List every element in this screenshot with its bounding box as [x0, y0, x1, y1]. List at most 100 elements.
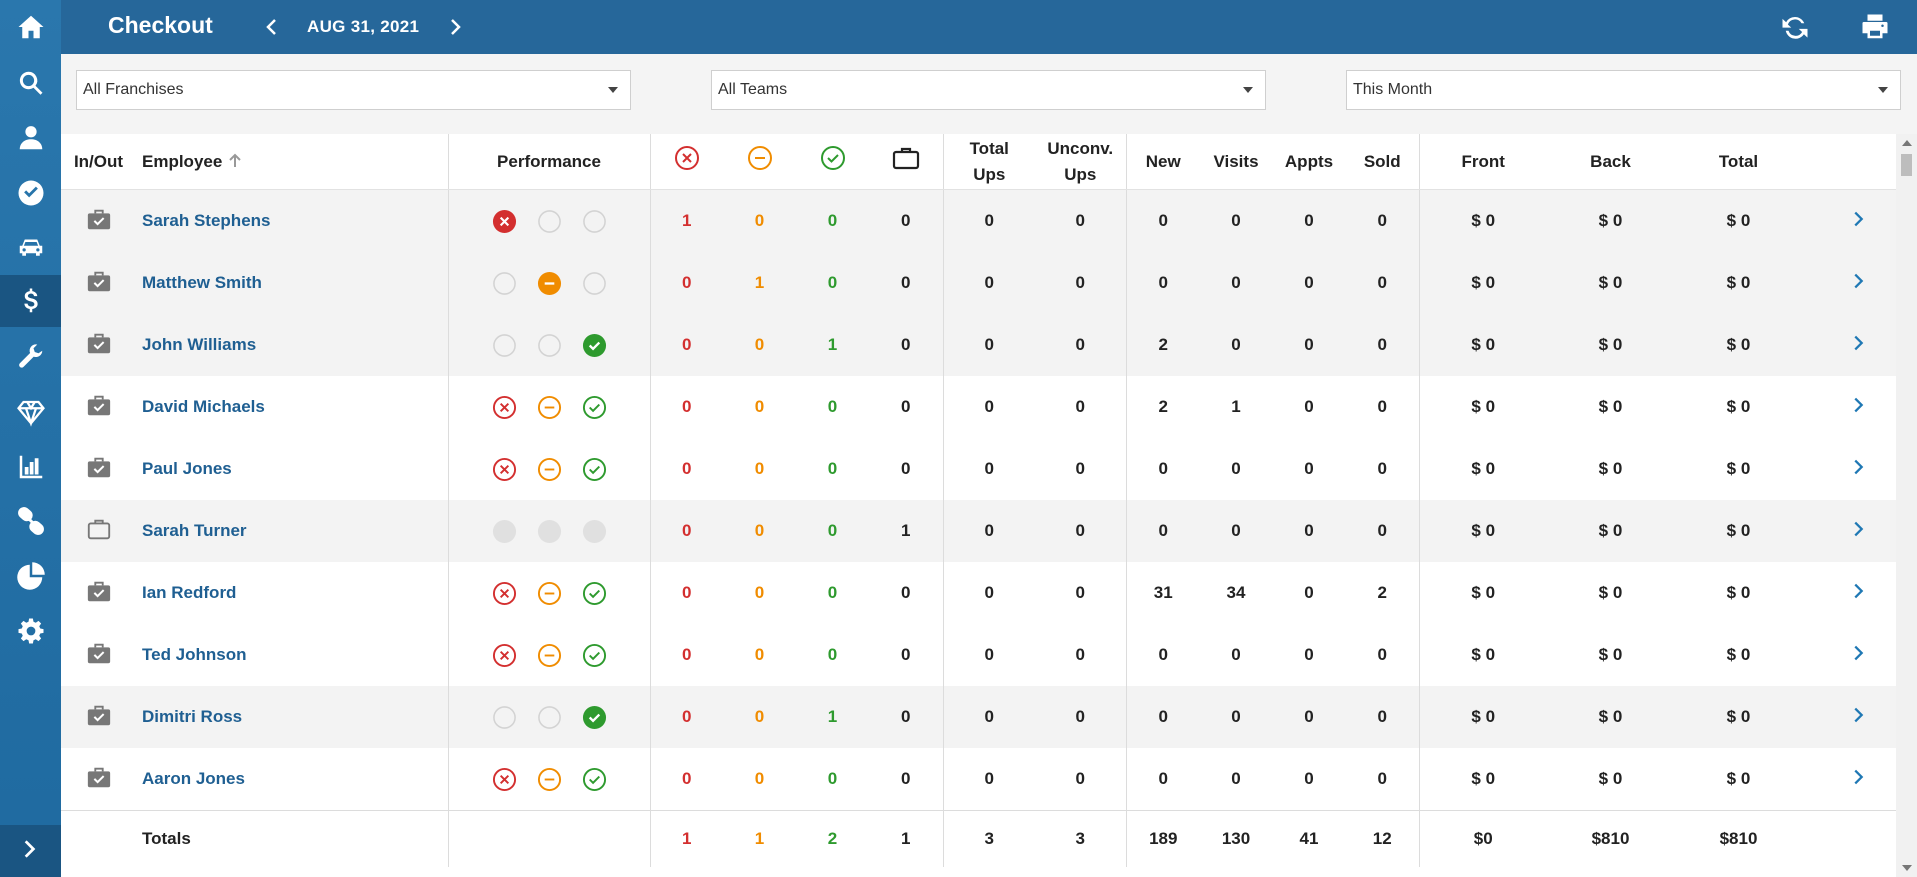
performance-option-0[interactable] — [492, 457, 517, 482]
inout-toggle[interactable] — [61, 624, 136, 686]
performance-option-2[interactable] — [582, 209, 607, 234]
search-icon[interactable] — [0, 57, 61, 109]
dollar-icon[interactable] — [0, 275, 61, 327]
performance-option-0[interactable] — [492, 271, 517, 296]
col-out[interactable] — [869, 134, 944, 190]
performance-option-2[interactable] — [582, 457, 607, 482]
vertical-scrollbar[interactable] — [1896, 134, 1917, 877]
period-select[interactable]: This Month — [1346, 70, 1901, 110]
inout-toggle[interactable] — [61, 686, 136, 748]
inout-toggle[interactable] — [61, 748, 136, 811]
wrench-icon[interactable] — [0, 331, 61, 383]
row-detail-button[interactable] — [1803, 438, 1896, 500]
row-detail-button[interactable] — [1803, 562, 1896, 624]
inout-toggle[interactable] — [61, 500, 136, 562]
col-pass[interactable] — [796, 134, 869, 190]
table-row[interactable]: David Michaels 0 0 0 0 0 0 2 1 0 0 $ 0 $… — [61, 376, 1896, 438]
employee-name-link[interactable]: John Williams — [136, 314, 449, 376]
performance-option-0[interactable] — [492, 209, 517, 234]
diamond-icon[interactable] — [0, 386, 61, 438]
col-fail[interactable] — [650, 134, 723, 190]
inout-toggle[interactable] — [61, 189, 136, 252]
user-icon[interactable] — [0, 112, 61, 164]
table-row[interactable]: Matthew Smith 0 1 0 0 0 0 0 0 0 0 $ 0 $ … — [61, 252, 1896, 314]
inout-toggle[interactable] — [61, 252, 136, 314]
inout-toggle[interactable] — [61, 562, 136, 624]
performance-option-1[interactable] — [537, 643, 562, 668]
refresh-icon[interactable] — [1780, 12, 1812, 44]
employee-name-link[interactable]: Sarah Turner — [136, 500, 449, 562]
performance-option-2[interactable] — [582, 271, 607, 296]
col-visits[interactable]: Visits — [1200, 134, 1272, 190]
franchise-select[interactable]: All Franchises — [76, 70, 631, 110]
performance-option-0[interactable] — [492, 333, 517, 358]
table-row[interactable]: Paul Jones 0 0 0 0 0 0 0 0 0 0 $ 0 $ 0 $… — [61, 438, 1896, 500]
performance-option-2[interactable] — [582, 581, 607, 606]
table-row[interactable]: Dimitri Ross 0 0 1 0 0 0 0 0 0 0 $ 0 $ 0… — [61, 686, 1896, 748]
sidebar-expand-button[interactable] — [0, 825, 61, 877]
col-performance[interactable]: Performance — [448, 134, 651, 190]
table-row[interactable]: John Williams 0 0 1 0 0 0 2 0 0 0 $ 0 $ … — [61, 314, 1896, 376]
pie-chart-icon[interactable] — [0, 550, 61, 602]
performance-option-0[interactable] — [492, 705, 517, 730]
performance-option-1[interactable] — [537, 519, 562, 544]
row-detail-button[interactable] — [1803, 252, 1896, 314]
col-new[interactable]: New — [1126, 134, 1200, 190]
col-back[interactable]: Back — [1547, 134, 1674, 190]
performance-option-2[interactable] — [582, 333, 607, 358]
table-row[interactable]: Aaron Jones 0 0 0 0 0 0 0 0 0 0 $ 0 $ 0 … — [61, 748, 1896, 811]
row-detail-button[interactable] — [1803, 189, 1896, 252]
performance-option-0[interactable] — [492, 519, 517, 544]
col-front[interactable]: Front — [1419, 134, 1547, 190]
performance-option-1[interactable] — [537, 333, 562, 358]
performance-option-1[interactable] — [537, 705, 562, 730]
employee-name-link[interactable]: Sarah Stephens — [136, 189, 449, 252]
employee-name-link[interactable]: Ted Johnson — [136, 624, 449, 686]
performance-option-2[interactable] — [582, 767, 607, 792]
link-icon[interactable] — [0, 495, 61, 547]
performance-option-1[interactable] — [537, 457, 562, 482]
performance-option-0[interactable] — [492, 395, 517, 420]
row-detail-button[interactable] — [1803, 314, 1896, 376]
performance-option-0[interactable] — [492, 581, 517, 606]
col-unconv-ups[interactable]: Unconv. Ups — [1035, 134, 1127, 190]
employee-name-link[interactable]: Aaron Jones — [136, 748, 449, 811]
next-date-button[interactable] — [443, 14, 467, 40]
table-row[interactable]: Ian Redford 0 0 0 0 0 0 31 34 0 2 $ 0 $ … — [61, 562, 1896, 624]
row-detail-button[interactable] — [1803, 376, 1896, 438]
performance-option-1[interactable] — [537, 395, 562, 420]
table-row[interactable]: Ted Johnson 0 0 0 0 0 0 0 0 0 0 $ 0 $ 0 … — [61, 624, 1896, 686]
row-detail-button[interactable] — [1803, 748, 1896, 811]
col-neutral[interactable] — [723, 134, 796, 190]
performance-option-1[interactable] — [537, 767, 562, 792]
table-row[interactable]: Sarah Turner 0 0 0 1 0 0 0 0 0 0 $ 0 $ 0… — [61, 500, 1896, 562]
performance-option-0[interactable] — [492, 643, 517, 668]
team-select[interactable]: All Teams — [711, 70, 1266, 110]
performance-option-2[interactable] — [582, 643, 607, 668]
performance-option-1[interactable] — [537, 209, 562, 234]
employee-name-link[interactable]: Dimitri Ross — [136, 686, 449, 748]
performance-option-0[interactable] — [492, 767, 517, 792]
table-row[interactable]: Sarah Stephens 1 0 0 0 0 0 0 0 0 0 $ 0 $… — [61, 189, 1896, 252]
performance-option-1[interactable] — [537, 581, 562, 606]
row-detail-button[interactable] — [1803, 500, 1896, 562]
row-detail-button[interactable] — [1803, 686, 1896, 748]
bar-chart-icon[interactable] — [0, 441, 61, 493]
previous-date-button[interactable] — [260, 14, 284, 40]
col-inout[interactable]: In/Out — [61, 134, 136, 190]
performance-option-2[interactable] — [582, 519, 607, 544]
print-icon[interactable] — [1860, 12, 1892, 44]
car-icon[interactable] — [0, 221, 61, 273]
scroll-up-icon[interactable] — [1902, 140, 1912, 146]
col-total[interactable]: Total — [1674, 134, 1803, 190]
scroll-down-icon[interactable] — [1902, 865, 1912, 871]
row-detail-button[interactable] — [1803, 624, 1896, 686]
home-icon[interactable] — [0, 1, 61, 53]
check-circle-icon[interactable] — [0, 167, 61, 219]
col-sold[interactable]: Sold — [1346, 134, 1420, 190]
col-employee[interactable]: Employee — [136, 134, 449, 190]
performance-option-2[interactable] — [582, 705, 607, 730]
performance-option-1[interactable] — [537, 271, 562, 296]
col-total-ups[interactable]: Total Ups — [943, 134, 1035, 190]
inout-toggle[interactable] — [61, 314, 136, 376]
